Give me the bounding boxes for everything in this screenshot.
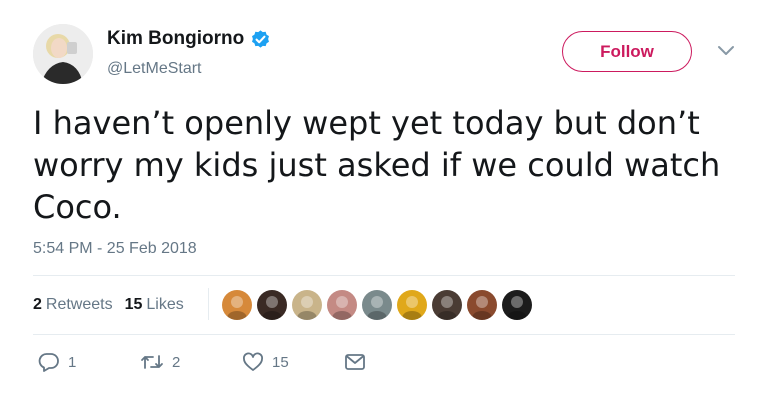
liker-avatar[interactable] — [257, 290, 287, 320]
likes-count: 15 — [124, 296, 143, 313]
like-action[interactable]: 15 — [242, 352, 344, 372]
reply-icon — [38, 353, 59, 372]
tweet-timestamp[interactable]: 5:54 PM - 25 Feb 2018 — [33, 240, 197, 258]
likes-label: Likes — [146, 296, 184, 313]
liker-avatar[interactable] — [327, 290, 357, 320]
engagement-stats: 2 Retweets 15 Likes — [33, 296, 196, 314]
envelope-icon — [345, 354, 365, 370]
liker-avatar[interactable] — [222, 290, 252, 320]
retweets-label: Retweets — [45, 296, 113, 313]
liker-avatar[interactable] — [292, 290, 322, 320]
liker-avatar[interactable] — [502, 290, 532, 320]
author-avatar[interactable] — [33, 24, 93, 84]
author-name-row: Kim Bongiorno — [107, 26, 271, 52]
liker-avatar[interactable] — [397, 290, 427, 320]
follow-button[interactable]: Follow — [562, 31, 692, 72]
retweets-stat[interactable]: 2 Retweets — [33, 296, 113, 314]
retweet-count: 2 — [172, 353, 181, 371]
like-count: 15 — [272, 353, 289, 371]
chevron-down-icon[interactable] — [717, 44, 735, 58]
liker-avatar[interactable] — [362, 290, 392, 320]
liker-avatars — [222, 290, 537, 320]
verified-badge-icon — [252, 29, 270, 48]
stats-separator — [208, 288, 209, 320]
heart-icon — [243, 352, 263, 371]
direct-message-action[interactable] — [344, 353, 366, 371]
tweet-actions: 1 2 15 — [38, 352, 366, 372]
tweet-text: I haven’t openly wept yet today but don’… — [33, 104, 721, 226]
retweets-count: 2 — [33, 296, 42, 313]
likes-stat[interactable]: 15 Likes — [125, 296, 184, 314]
liker-avatar[interactable] — [432, 290, 462, 320]
author-display-name[interactable]: Kim Bongiorno — [107, 28, 244, 50]
retweet-action[interactable]: 2 — [140, 352, 242, 372]
reply-action[interactable]: 1 — [38, 352, 140, 372]
retweet-icon — [141, 355, 163, 369]
author-handle[interactable]: @LetMeStart — [107, 60, 202, 78]
liker-avatar[interactable] — [467, 290, 497, 320]
divider-bottom — [33, 334, 735, 335]
divider-top — [33, 275, 735, 276]
reply-count: 1 — [68, 353, 77, 371]
